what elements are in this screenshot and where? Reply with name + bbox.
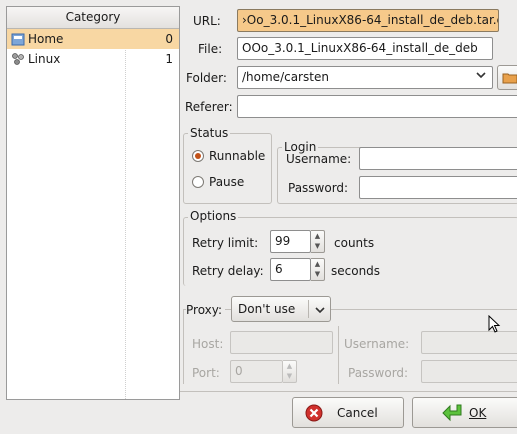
spin-down-icon[interactable]: ▼: [311, 241, 324, 251]
options-frame-title: Options: [188, 209, 239, 223]
retry-limit-label: Retry limit:: [192, 236, 259, 250]
spin-up-icon[interactable]: ▲: [311, 231, 324, 241]
chevron-down-icon[interactable]: [475, 69, 487, 86]
folder-combo-field[interactable]: /home/carsten: [237, 66, 493, 89]
proxy-frame-left: [183, 309, 184, 384]
url-field[interactable]: ›Oo_3.0.1_LinuxX86-64_install_de_deb.tar…: [237, 9, 499, 32]
category-item-label: Home: [28, 32, 64, 46]
ok-arrow-icon: [441, 403, 465, 426]
pause-radio[interactable]: [192, 176, 204, 188]
proxy-username-label: Username:: [344, 337, 410, 351]
folder-label: Folder:: [186, 71, 227, 85]
proxy-column-separator: [338, 326, 339, 384]
mouse-pointer-icon: [488, 314, 502, 338]
retry-limit-unit: counts: [334, 236, 375, 250]
folder-open-icon: [502, 73, 517, 84]
retry-limit-spinner[interactable]: ▲ ▼: [311, 230, 325, 253]
status-frame-title: Status: [188, 126, 231, 140]
proxy-password-label: Password:: [348, 366, 409, 380]
login-username-field[interactable]: [359, 147, 517, 170]
download-properties-dialog: Category Home 0 Linux 1 URL: ›Oo_3.0.1_L…: [0, 0, 517, 434]
status-frame: [183, 133, 272, 204]
file-name-field[interactable]: OOo_3.0.1_LinuxX86-64_install_de_deb: [237, 37, 493, 60]
category-list[interactable]: Category Home 0 Linux 1: [6, 6, 180, 400]
pause-label[interactable]: Pause: [209, 174, 244, 190]
proxy-username-field[interactable]: [421, 331, 517, 354]
retry-limit-field[interactable]: 99: [270, 230, 311, 253]
proxy-label: Proxy:: [186, 302, 226, 318]
login-password-field[interactable]: [359, 176, 517, 199]
referer-label: Referer:: [185, 100, 233, 114]
category-item-home[interactable]: Home 0: [7, 29, 179, 49]
login-username-label: Username:: [286, 152, 352, 166]
home-folder-icon: [11, 32, 25, 46]
cancel-button[interactable]: Cancel: [292, 397, 404, 428]
column-separator: [125, 29, 126, 399]
browse-folder-button[interactable]: [497, 65, 517, 90]
spin-down-icon[interactable]: ▼: [283, 371, 296, 381]
cancel-icon: [305, 404, 323, 425]
linux-category-icon: [11, 52, 25, 66]
category-column-header[interactable]: Category: [7, 7, 179, 29]
file-label: File:: [198, 42, 223, 56]
proxy-port-label: Port:: [192, 366, 220, 380]
referer-field[interactable]: [237, 95, 517, 118]
runnable-radio[interactable]: [192, 150, 204, 162]
retry-delay-unit: seconds: [331, 264, 381, 278]
spin-down-icon[interactable]: ▼: [311, 269, 324, 279]
cancel-button-label: Cancel: [337, 406, 378, 420]
retry-delay-spinner[interactable]: ▲ ▼: [311, 258, 325, 281]
proxy-select[interactable]: Don't use: [231, 296, 331, 322]
spin-up-icon[interactable]: ▲: [283, 361, 296, 371]
proxy-select-divider: [308, 300, 309, 318]
ok-button-label: OK: [469, 406, 487, 420]
proxy-host-field[interactable]: [230, 331, 333, 354]
proxy-password-field[interactable]: [421, 360, 517, 383]
login-password-label: Password:: [288, 181, 349, 195]
category-item-count: 0: [165, 32, 173, 46]
category-item-label: Linux: [28, 52, 61, 66]
chevron-down-icon: [314, 304, 326, 319]
proxy-select-value: Don't use: [238, 302, 296, 316]
ok-button[interactable]: OK: [412, 397, 517, 428]
proxy-port-spinner[interactable]: ▲ ▼: [283, 360, 297, 383]
retry-delay-label: Retry delay:: [192, 264, 264, 278]
proxy-host-label: Host:: [192, 337, 224, 351]
proxy-port-field[interactable]: 0: [230, 360, 283, 383]
runnable-label[interactable]: Runnable: [209, 148, 265, 164]
url-label: URL:: [193, 14, 221, 28]
category-item-linux[interactable]: Linux 1: [7, 49, 179, 69]
button-area-separator: [180, 391, 517, 392]
category-item-count: 1: [165, 52, 173, 66]
retry-delay-field[interactable]: 6: [270, 258, 311, 281]
spin-up-icon[interactable]: ▲: [311, 259, 324, 269]
